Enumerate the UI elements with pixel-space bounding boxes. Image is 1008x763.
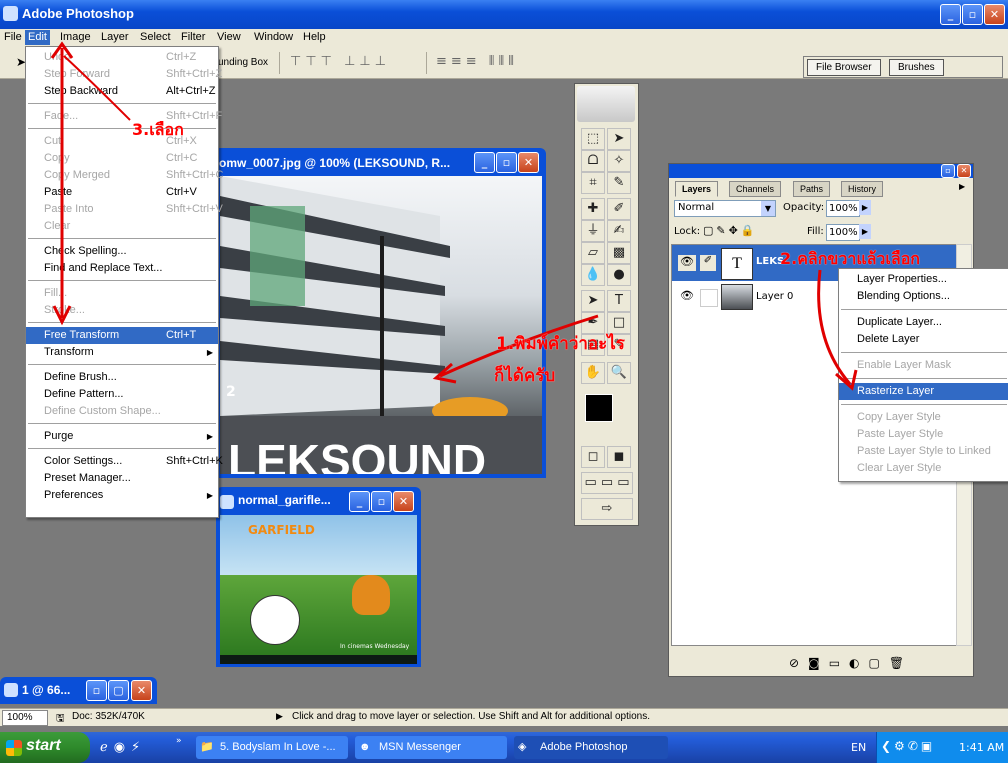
taskbar-button-photoshop[interactable]: ◈ Adobe Photoshop (514, 736, 668, 759)
status-hint: Click and drag to move layer or selectio… (292, 711, 650, 722)
annotation-step1-line1: 1.พิมพ์คำว่าอะไร (496, 334, 625, 354)
language-indicator[interactable]: EN (851, 741, 866, 754)
system-tray: ❮⚙✆▣ 1:41 AM (876, 732, 1008, 763)
quick-launch-icons[interactable]: ℯ◉⚡ (100, 740, 146, 755)
msn-icon: ☻ (359, 741, 371, 753)
play-arrow-icon[interactable]: ▶ (276, 711, 283, 722)
taskbar-button-bodyslam[interactable]: 📁 5. Bodyslam In Love -... (196, 736, 348, 759)
annotation-step3: 3.เลือก (132, 120, 184, 139)
tray-icons[interactable]: ❮⚙✆▣ (881, 739, 935, 753)
taskbar-button-label: 5. Bodyslam In Love -... (220, 741, 336, 753)
taskbar-button-label: Adobe Photoshop (540, 741, 628, 753)
doc-size-icon: 🖫 (56, 713, 65, 724)
annotation-step2: 2.คลิกขวาแล้วเลือก (780, 249, 920, 268)
doc-size[interactable]: Doc: 352K/470K (72, 711, 145, 722)
status-bar: 100% 🖫 Doc: 352K/470K ▶ Click and drag t… (0, 708, 1008, 726)
folder-icon: 📁 (200, 741, 214, 753)
photoshop-icon: ◈ (518, 741, 527, 753)
start-label: start (26, 737, 61, 754)
annotation-step1-line2: ก็ได้ครับ (494, 366, 556, 386)
start-button[interactable]: start (0, 732, 90, 763)
taskbar-button-msn[interactable]: ☻ MSN Messenger (355, 736, 507, 759)
windows-logo-icon (6, 740, 22, 756)
zoom-field[interactable]: 100% (2, 710, 48, 726)
taskbar-button-label: MSN Messenger (379, 741, 461, 753)
clock: 1:41 AM (959, 741, 1005, 754)
quick-launch-overflow-icon[interactable]: » (176, 736, 182, 746)
